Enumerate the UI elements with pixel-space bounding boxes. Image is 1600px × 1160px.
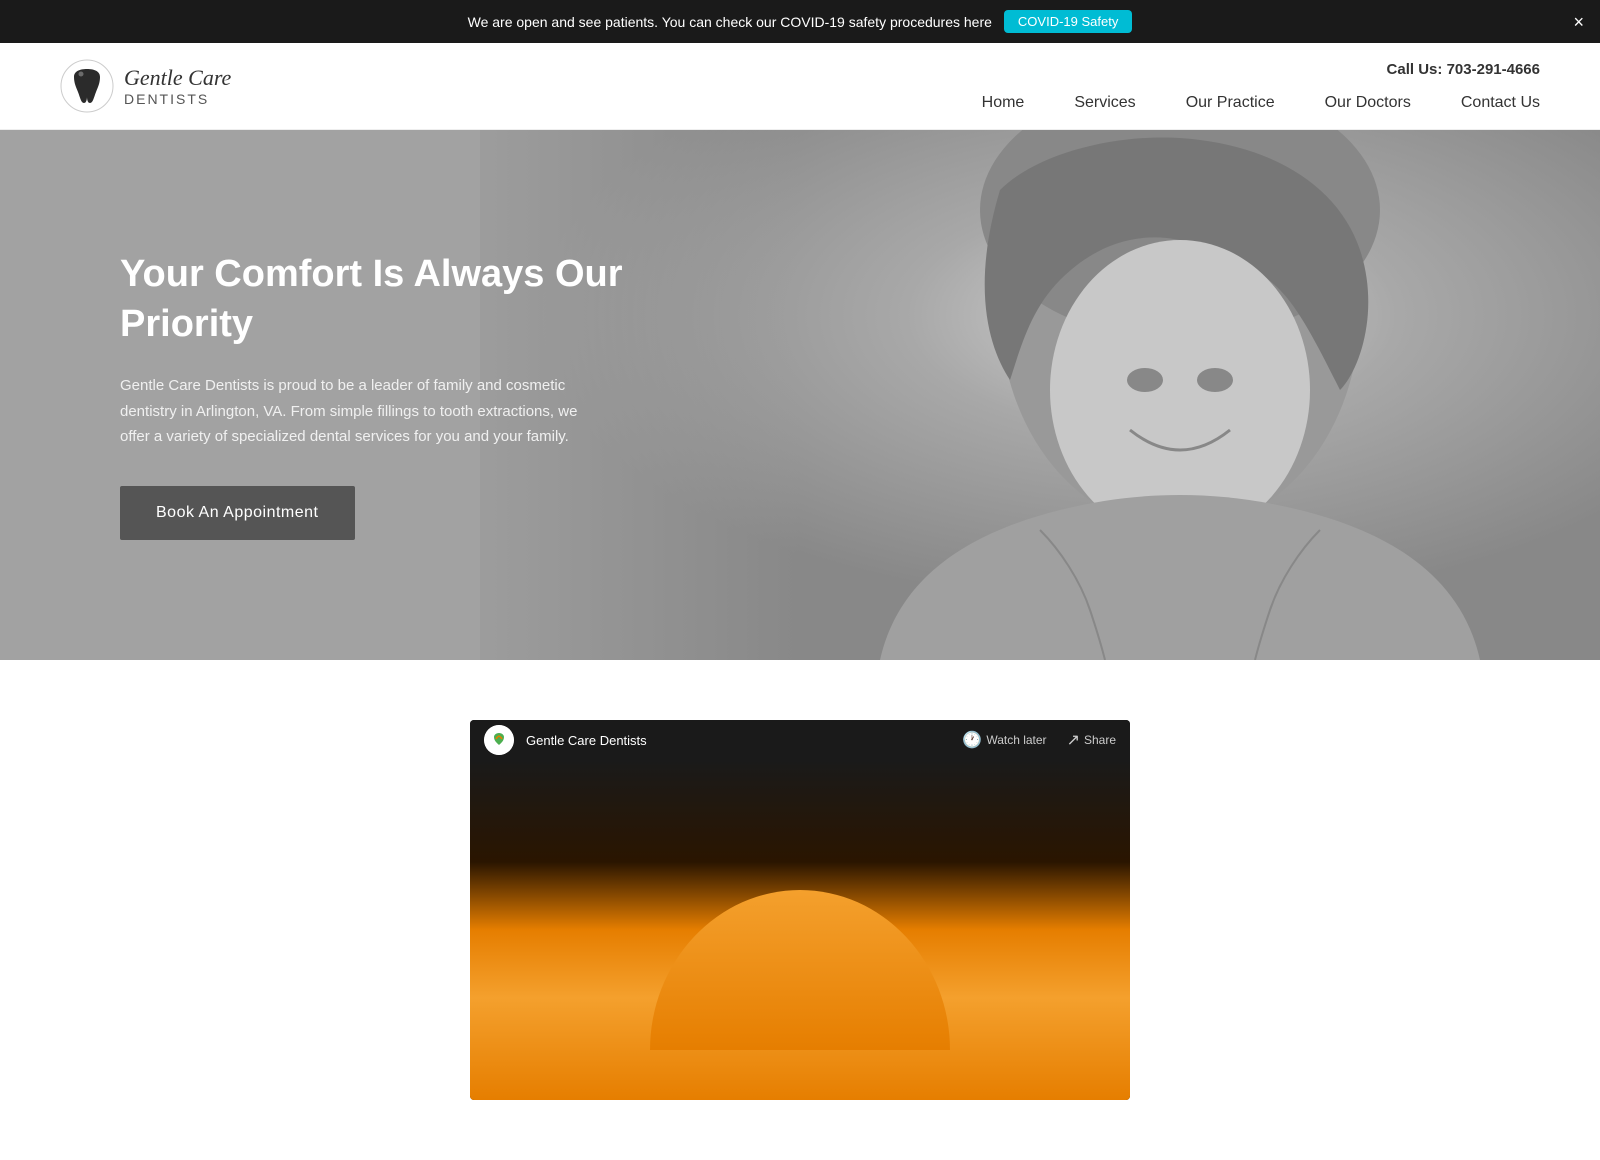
logo: Gentle Care Dentists [60, 59, 231, 113]
covid-safety-button[interactable]: COVID-19 Safety [1004, 10, 1132, 33]
video-channel-name: Gentle Care Dentists [526, 733, 950, 748]
video-actions: 🕐 Watch later ↗ Share [962, 730, 1116, 750]
call-us-label: Call Us: [1387, 61, 1443, 78]
phone-number: 703-291-4666 [1447, 61, 1540, 78]
call-us: Call Us: 703-291-4666 [1387, 61, 1540, 78]
nav-home[interactable]: Home [982, 94, 1025, 112]
youtube-channel-logo [484, 725, 514, 755]
main-nav: Home Services Our Practice Our Doctors C… [982, 94, 1540, 112]
nav-contact-us[interactable]: Contact Us [1461, 94, 1540, 112]
watch-later-label: Watch later [986, 733, 1046, 747]
video-thumbnail-area[interactable] [470, 760, 1130, 1100]
hero-description: Gentle Care Dentists is proud to be a le… [120, 373, 600, 450]
hero-title: Your Comfort Is Always Our Priority [120, 250, 650, 349]
nav-services[interactable]: Services [1074, 94, 1135, 112]
nav-our-practice[interactable]: Our Practice [1186, 94, 1275, 112]
book-appointment-button[interactable]: Book An Appointment [120, 486, 355, 540]
share-icon: ↗ [1067, 730, 1080, 750]
site-header: Gentle Care Dentists Call Us: 703-291-46… [0, 43, 1600, 130]
header-right: Call Us: 703-291-4666 Home Services Our … [982, 61, 1540, 112]
video-player: Gentle Care Dentists 🕐 Watch later ↗ Sha… [470, 720, 1130, 1100]
video-top-bar: Gentle Care Dentists 🕐 Watch later ↗ Sha… [470, 720, 1130, 760]
close-announcement-button[interactable]: × [1573, 13, 1584, 31]
video-logo-arc [650, 890, 950, 1050]
watch-later-icon: 🕐 [962, 730, 982, 750]
announcement-bar: We are open and see patients. You can ch… [0, 0, 1600, 43]
hero-section: Your Comfort Is Always Our Priority Gent… [0, 130, 1600, 660]
hero-content: Your Comfort Is Always Our Priority Gent… [0, 250, 650, 539]
logo-text: Gentle Care Dentists [124, 65, 231, 107]
video-section: Gentle Care Dentists 🕐 Watch later ↗ Sha… [0, 660, 1600, 1160]
share-label: Share [1084, 733, 1116, 747]
brand-name-top: Gentle Care [124, 65, 231, 91]
share-button[interactable]: ↗ Share [1067, 730, 1116, 750]
announcement-text: We are open and see patients. You can ch… [468, 14, 992, 30]
watch-later-button[interactable]: 🕐 Watch later [962, 730, 1046, 750]
nav-our-doctors[interactable]: Our Doctors [1325, 94, 1411, 112]
tooth-logo-icon [60, 59, 114, 113]
brand-name-bottom: Dentists [124, 91, 231, 107]
